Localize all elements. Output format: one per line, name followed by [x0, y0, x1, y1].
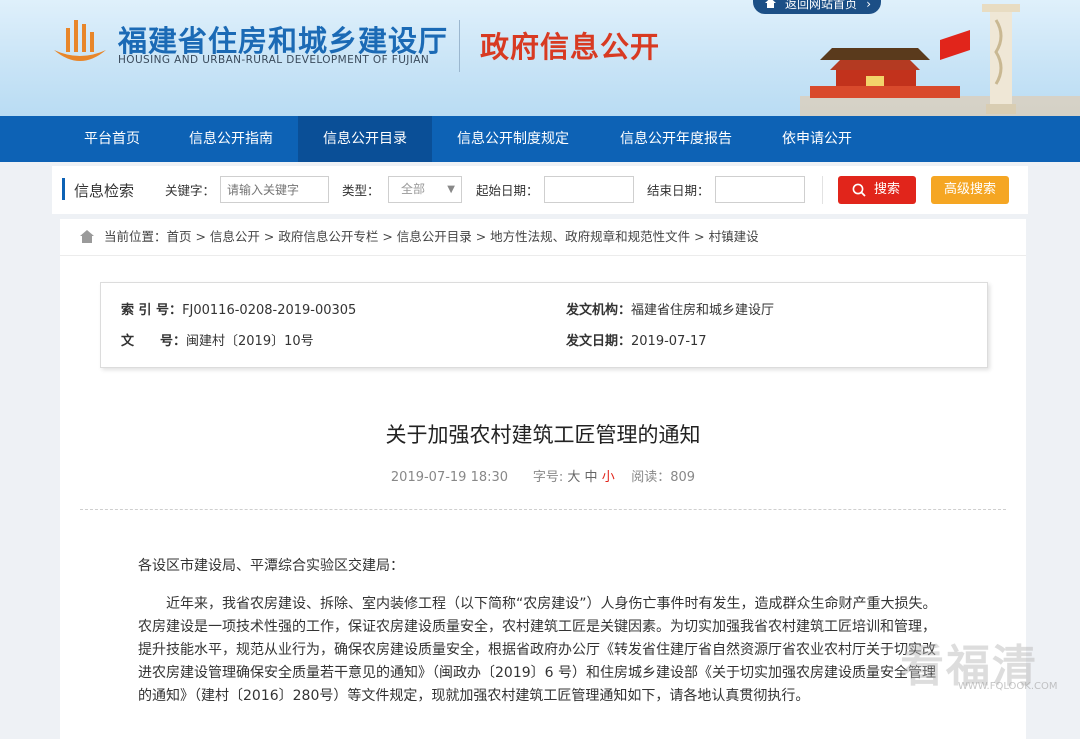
- index-label: 索 引 号：: [121, 303, 183, 318]
- back-home-link[interactable]: 返回网站首页 ›: [753, 0, 881, 14]
- search-icon: [852, 183, 866, 197]
- start-date-label: 起始日期：: [476, 183, 539, 198]
- type-select-value: 全部: [401, 182, 426, 196]
- main-nav: 平台首页 信息公开指南 信息公开目录 信息公开制度规定 信息公开年度报告 依申请…: [0, 116, 1080, 162]
- title-divider: [80, 509, 1006, 510]
- content-panel: 当前位置：首页 > 信息公开 > 政府信息公开专栏 > 信息公开目录 > 地方性…: [60, 219, 1026, 739]
- home-icon: [80, 230, 94, 243]
- article-paragraph: 近年来，我省农房建设、拆除、室内装修工程（以下简称“农房建设”）人身伤亡事件时有…: [138, 596, 937, 704]
- reads-label: 阅读：: [631, 470, 671, 485]
- doc-no-label: 文 号：: [121, 334, 187, 349]
- publish-time: 2019-07-19 18:30: [390, 470, 509, 485]
- nav-item-catalog[interactable]: 信息公开目录: [298, 116, 432, 162]
- site-subtitle: HOUSING AND URBAN-RURAL DEVELOPMENT OF F…: [118, 54, 430, 66]
- issuer-value: 福建省住房和城乡建设厅: [631, 303, 775, 318]
- font-size-small[interactable]: 小: [602, 470, 615, 485]
- start-date-input[interactable]: [544, 176, 634, 203]
- advanced-search-button[interactable]: 高级搜索: [931, 176, 1009, 204]
- date-label: 发文日期：: [566, 334, 632, 349]
- breadcrumb-text[interactable]: 当前位置：首页 > 信息公开 > 政府信息公开专栏 > 信息公开目录 > 地方性…: [104, 219, 759, 255]
- chevron-right-icon: ›: [866, 0, 871, 11]
- nav-item-guide[interactable]: 信息公开指南: [170, 116, 292, 162]
- nav-item-rules[interactable]: 信息公开制度规定: [440, 116, 586, 162]
- watermark-url: WWW.FQLOOK.COM: [958, 681, 1058, 692]
- document-meta: 索 引 号：FJ00116-0208-2019-00305 发文机构：福建省住房…: [100, 282, 988, 368]
- nav-item-apply[interactable]: 依申请公开: [766, 116, 868, 162]
- addressee: 各设区市建设局、平潭综合实验区交建局：: [138, 558, 404, 574]
- chevron-down-icon: ▼: [447, 184, 455, 195]
- search-bar: 信息检索 关键字： 类型： 全部 ▼ 起始日期： 结束日期： 搜索 高级搜索: [52, 166, 1028, 214]
- doc-no-value: 闽建村〔2019〕10号: [186, 334, 314, 349]
- type-label: 类型：: [342, 183, 380, 198]
- nav-item-home[interactable]: 平台首页: [66, 116, 158, 162]
- search-divider: [822, 176, 823, 204]
- keyword-label: 关键字：: [165, 183, 216, 198]
- issuer-label: 发文机构：: [566, 303, 632, 318]
- article-title: 关于加强农村建筑工匠管理的通知: [385, 423, 701, 447]
- font-size-label: 字号:: [532, 470, 564, 485]
- type-select[interactable]: 全部 ▼: [388, 176, 462, 203]
- search-title-marker: [62, 178, 65, 200]
- breadcrumb: 当前位置：首页 > 信息公开 > 政府信息公开专栏 > 信息公开目录 > 地方性…: [60, 219, 1026, 256]
- article-info: 2019-07-19 18:30 字号: 大 中 小 阅读：809: [60, 466, 1026, 485]
- nav-item-annual-report[interactable]: 信息公开年度报告: [602, 116, 750, 162]
- font-size-medium[interactable]: 中: [585, 470, 598, 485]
- index-value: FJ00116-0208-2019-00305: [182, 303, 357, 318]
- section-title: 政府信息公开: [480, 30, 661, 64]
- keyword-input[interactable]: [220, 176, 329, 203]
- tiananmen-illustration: [800, 4, 1080, 116]
- search-button[interactable]: 搜索: [838, 176, 916, 204]
- date-value: 2019-07-17: [631, 334, 707, 349]
- search-title: 信息检索: [74, 182, 135, 200]
- back-home-label: 返回网站首页: [785, 0, 858, 11]
- end-date-label: 结束日期：: [647, 183, 710, 198]
- reads-value: 809: [670, 470, 696, 485]
- search-button-label: 搜索: [874, 182, 901, 197]
- header-divider: [459, 20, 460, 72]
- site-header: 福建省住房和城乡建设厅 HOUSING AND URBAN-RURAL DEVE…: [0, 0, 1080, 116]
- end-date-input[interactable]: [715, 176, 805, 203]
- logo-icon: [54, 20, 106, 61]
- font-size-large[interactable]: 大: [567, 470, 580, 485]
- home-icon: [765, 0, 776, 8]
